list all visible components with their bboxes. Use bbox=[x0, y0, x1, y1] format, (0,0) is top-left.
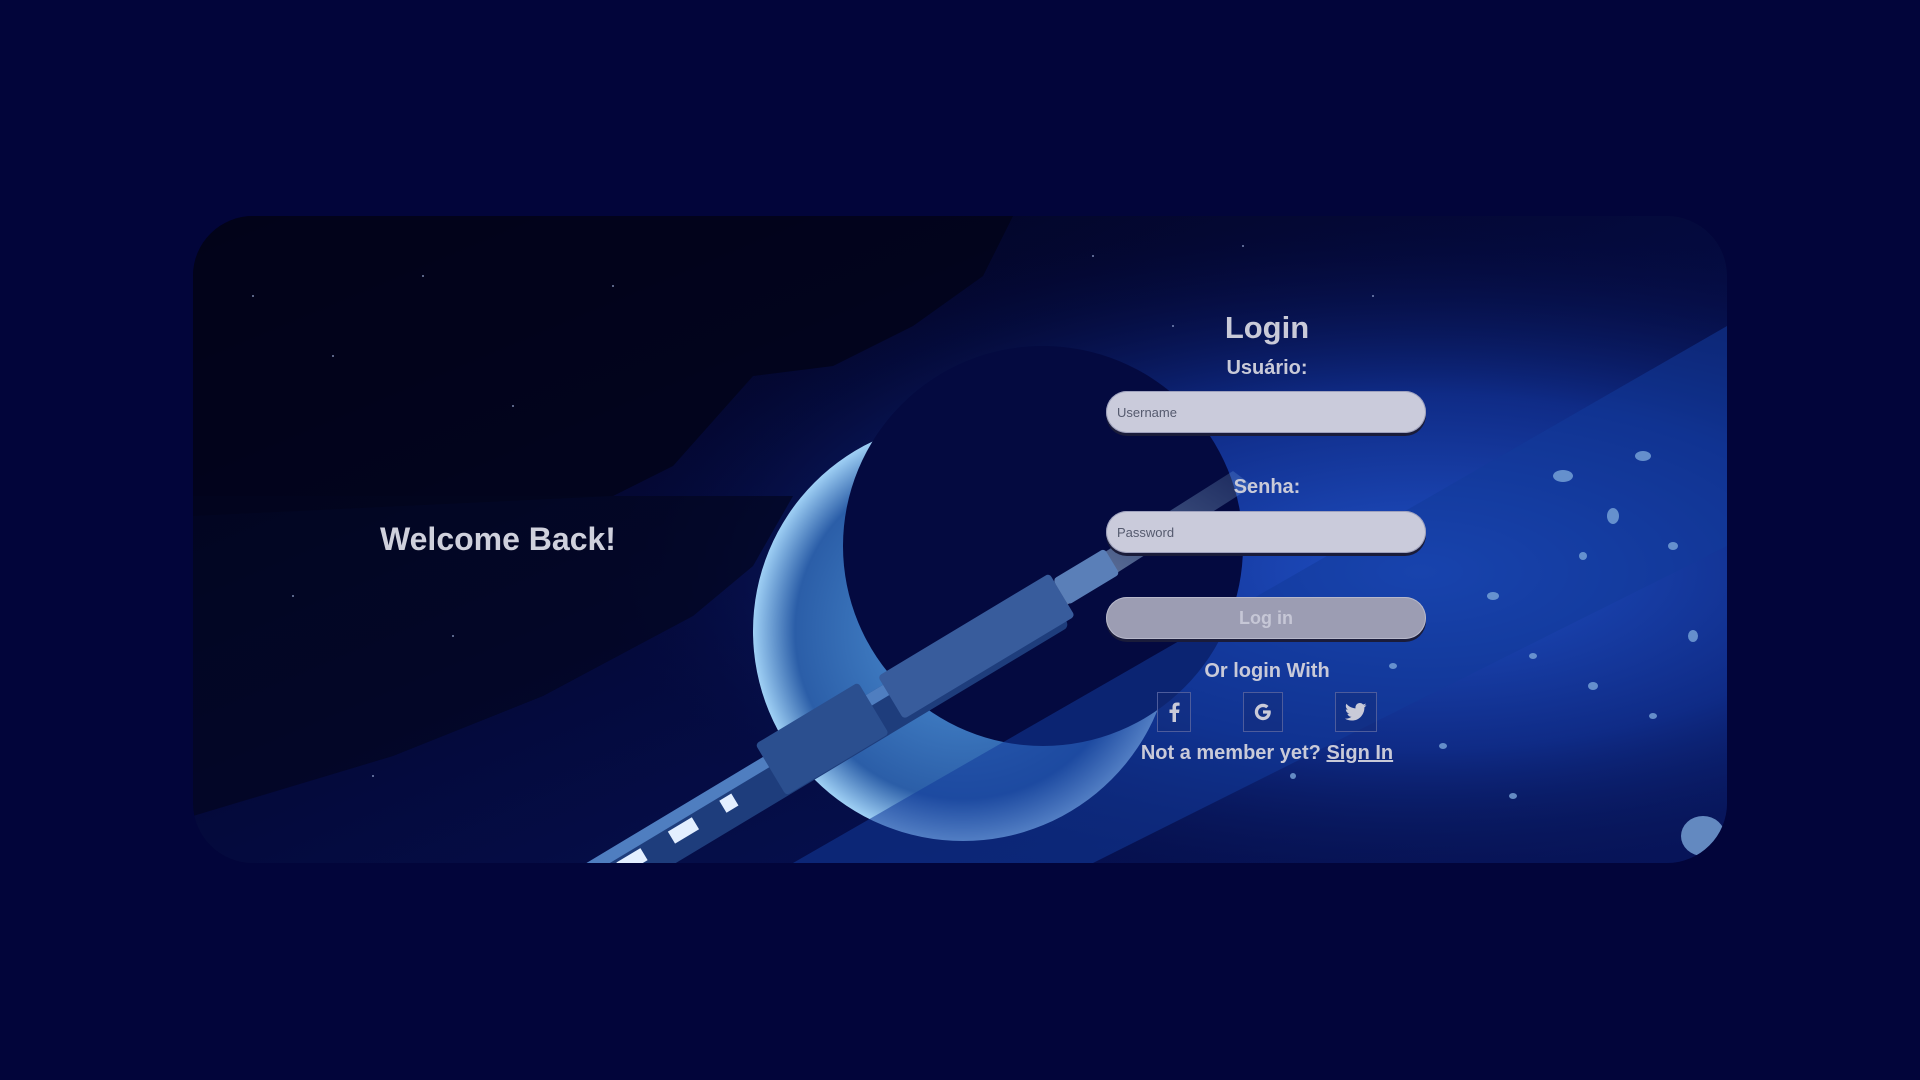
password-label: Senha: bbox=[1233, 476, 1301, 498]
twitter-icon bbox=[1345, 703, 1367, 721]
welcome-text: Welcome Back! bbox=[380, 521, 616, 557]
signup-prompt: Not a member yet? Sign In bbox=[1106, 741, 1428, 765]
username-input[interactable] bbox=[1106, 391, 1426, 433]
login-page: Welcome Back! Login Usuário: Senha: Log … bbox=[0, 0, 1920, 1080]
login-title: Login bbox=[1224, 310, 1310, 345]
google-login-button[interactable] bbox=[1243, 692, 1283, 732]
signup-prompt-text: Not a member yet? bbox=[1140, 742, 1321, 764]
login-button[interactable]: Log in bbox=[1106, 597, 1426, 639]
twitter-login-button[interactable] bbox=[1335, 692, 1377, 732]
password-input[interactable] bbox=[1106, 511, 1426, 553]
signup-link[interactable]: Sign In bbox=[1326, 742, 1393, 764]
facebook-icon bbox=[1169, 702, 1180, 722]
facebook-login-button[interactable] bbox=[1157, 692, 1191, 732]
username-label: Usuário: bbox=[1226, 357, 1308, 379]
alt-login-text: Or login With bbox=[1204, 660, 1330, 682]
google-icon bbox=[1254, 703, 1271, 721]
login-form: Login Usuário: Senha: Log in Or login Wi… bbox=[1106, 308, 1428, 778]
